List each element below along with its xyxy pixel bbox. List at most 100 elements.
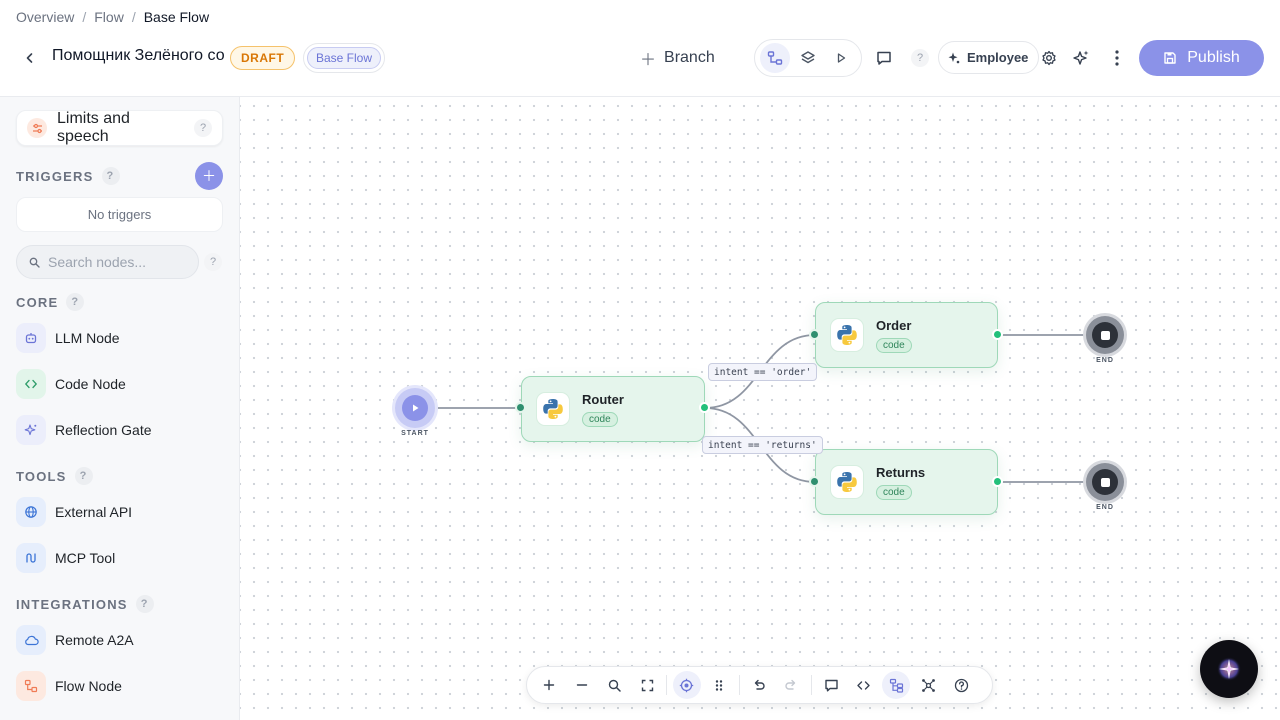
breadcrumb-separator: / xyxy=(131,9,136,25)
python-icon xyxy=(830,465,864,499)
more-vertical-icon xyxy=(1115,50,1119,66)
triggers-title: TRIGGERS xyxy=(16,168,94,184)
no-triggers-placeholder: No triggers xyxy=(16,197,223,232)
palette-item-mcp-tool[interactable]: MCP Tool xyxy=(16,542,223,574)
router-output-handle[interactable] xyxy=(699,402,710,413)
branch-button[interactable]: ＋ Branch xyxy=(640,46,715,70)
breadcrumb-overview[interactable]: Overview xyxy=(16,9,74,25)
more-menu-button[interactable] xyxy=(1105,46,1129,70)
graph-view-button[interactable] xyxy=(915,671,943,699)
triggers-header: TRIGGERS ? xyxy=(16,167,120,185)
order-input-handle[interactable] xyxy=(809,329,820,340)
search-help-icon[interactable]: ? xyxy=(204,253,222,271)
chat-icon xyxy=(824,679,838,691)
palette-item-code-node[interactable]: Code Node xyxy=(16,368,223,400)
flow-canvas[interactable]: START Router code Order code Returns cod… xyxy=(240,97,1280,720)
run-button[interactable] xyxy=(826,43,856,73)
limits-and-speech-button[interactable]: Limits and speech ? xyxy=(16,110,223,146)
help-icon: ? xyxy=(911,49,929,67)
flow-view-button[interactable] xyxy=(760,43,791,73)
ai-sparkle-icon xyxy=(1217,657,1241,681)
help-icon[interactable]: ? xyxy=(66,293,85,311)
code-view-button[interactable] xyxy=(850,671,878,699)
employee-button[interactable]: Employee xyxy=(938,41,1040,74)
layers-icon xyxy=(801,51,815,64)
drag-handle-button[interactable] xyxy=(705,671,733,699)
network-icon xyxy=(922,678,936,692)
order-output-handle[interactable] xyxy=(992,329,1003,340)
settings-button[interactable] xyxy=(1037,46,1061,70)
flow-title[interactable]: Помощник Зелёного со xyxy=(52,47,224,65)
ai-assistant-fab[interactable] xyxy=(1200,640,1258,698)
sparkles-icon xyxy=(16,415,46,445)
edge-label-returns[interactable]: intent == 'returns' xyxy=(702,436,823,454)
layers-view-button[interactable] xyxy=(793,43,823,73)
zoom-in-button[interactable] xyxy=(535,671,563,699)
zoom-out-button[interactable] xyxy=(568,671,596,699)
gear-icon xyxy=(1042,50,1056,66)
chat-icon xyxy=(877,51,891,65)
palette-item-label: External API xyxy=(55,504,133,520)
undo-button[interactable] xyxy=(745,671,773,699)
save-icon xyxy=(1164,52,1176,64)
add-note-button[interactable] xyxy=(817,671,845,699)
palette-item-label: Reflection Gate xyxy=(55,422,152,438)
search-canvas-button[interactable] xyxy=(600,671,628,699)
comments-button[interactable] xyxy=(872,46,896,70)
order-node[interactable]: Order code xyxy=(815,302,998,368)
breadcrumb-flow[interactable]: Flow xyxy=(94,9,124,25)
help-icon[interactable]: ? xyxy=(135,595,154,613)
fit-view-button[interactable] xyxy=(633,671,661,699)
canvas-toolbar xyxy=(526,666,993,704)
redo-button[interactable] xyxy=(777,671,805,699)
branch-label: Branch xyxy=(664,49,715,66)
start-node[interactable] xyxy=(395,388,435,428)
mcp-icon xyxy=(16,543,46,573)
palette-item-label: Code Node xyxy=(55,376,126,392)
palette-item-external-api[interactable]: External API xyxy=(16,496,223,528)
stop-icon xyxy=(1092,322,1118,348)
order-node-body: Order code xyxy=(876,318,912,353)
returns-node[interactable]: Returns code xyxy=(815,449,998,515)
node-type-tag: code xyxy=(582,411,618,427)
add-trigger-button[interactable]: ＋ xyxy=(195,162,223,190)
search-icon xyxy=(608,679,621,692)
help-button[interactable]: ? xyxy=(908,46,932,70)
router-input-handle[interactable] xyxy=(515,402,526,413)
help-icon[interactable]: ? xyxy=(194,119,212,137)
end-node-returns[interactable] xyxy=(1086,463,1124,501)
help-icon[interactable]: ? xyxy=(101,167,120,185)
core-header: CORE ? xyxy=(16,293,85,311)
toolbar-divider xyxy=(738,675,740,695)
palette-item-reflection-gate[interactable]: Reflection Gate xyxy=(16,414,223,446)
search-nodes-box xyxy=(16,245,199,279)
integrations-header: INTEGRATIONS ? xyxy=(16,595,154,613)
publish-label: Publish xyxy=(1187,49,1240,66)
auto-layout-button[interactable] xyxy=(882,671,911,699)
returns-input-handle[interactable] xyxy=(809,476,820,487)
sliders-icon xyxy=(27,118,47,138)
palette-item-label: LLM Node xyxy=(55,330,120,346)
magic-sparkles-icon xyxy=(1073,50,1089,65)
help-icon[interactable]: ? xyxy=(74,467,93,485)
plus-icon: ＋ xyxy=(202,168,216,184)
router-node[interactable]: Router code xyxy=(521,376,705,442)
header: Overview / Flow / Base Flow Помощник Зел… xyxy=(0,0,1280,97)
palette-item-remote-a2a[interactable]: Remote A2A xyxy=(16,624,223,656)
end-node-order[interactable] xyxy=(1086,316,1124,354)
flow-badge[interactable]: Base Flow xyxy=(303,43,386,73)
search-nodes-input[interactable] xyxy=(48,254,178,270)
palette-item-llm-node[interactable]: LLM Node xyxy=(16,322,223,354)
ai-assist-button[interactable] xyxy=(1069,46,1093,70)
publish-button[interactable]: Publish xyxy=(1139,40,1264,76)
back-button[interactable] xyxy=(20,48,40,68)
limits-label: Limits and speech xyxy=(57,110,130,145)
toolbar-divider xyxy=(666,675,668,695)
core-title: CORE xyxy=(16,294,59,310)
returns-output-handle[interactable] xyxy=(992,476,1003,487)
focus-mode-button[interactable] xyxy=(672,671,701,699)
canvas-help-button[interactable] xyxy=(947,671,975,699)
edge-label-order[interactable]: intent == 'order' xyxy=(708,363,818,381)
breadcrumb-current: Base Flow xyxy=(143,9,210,25)
palette-item-flow-node[interactable]: Flow Node xyxy=(16,670,223,702)
